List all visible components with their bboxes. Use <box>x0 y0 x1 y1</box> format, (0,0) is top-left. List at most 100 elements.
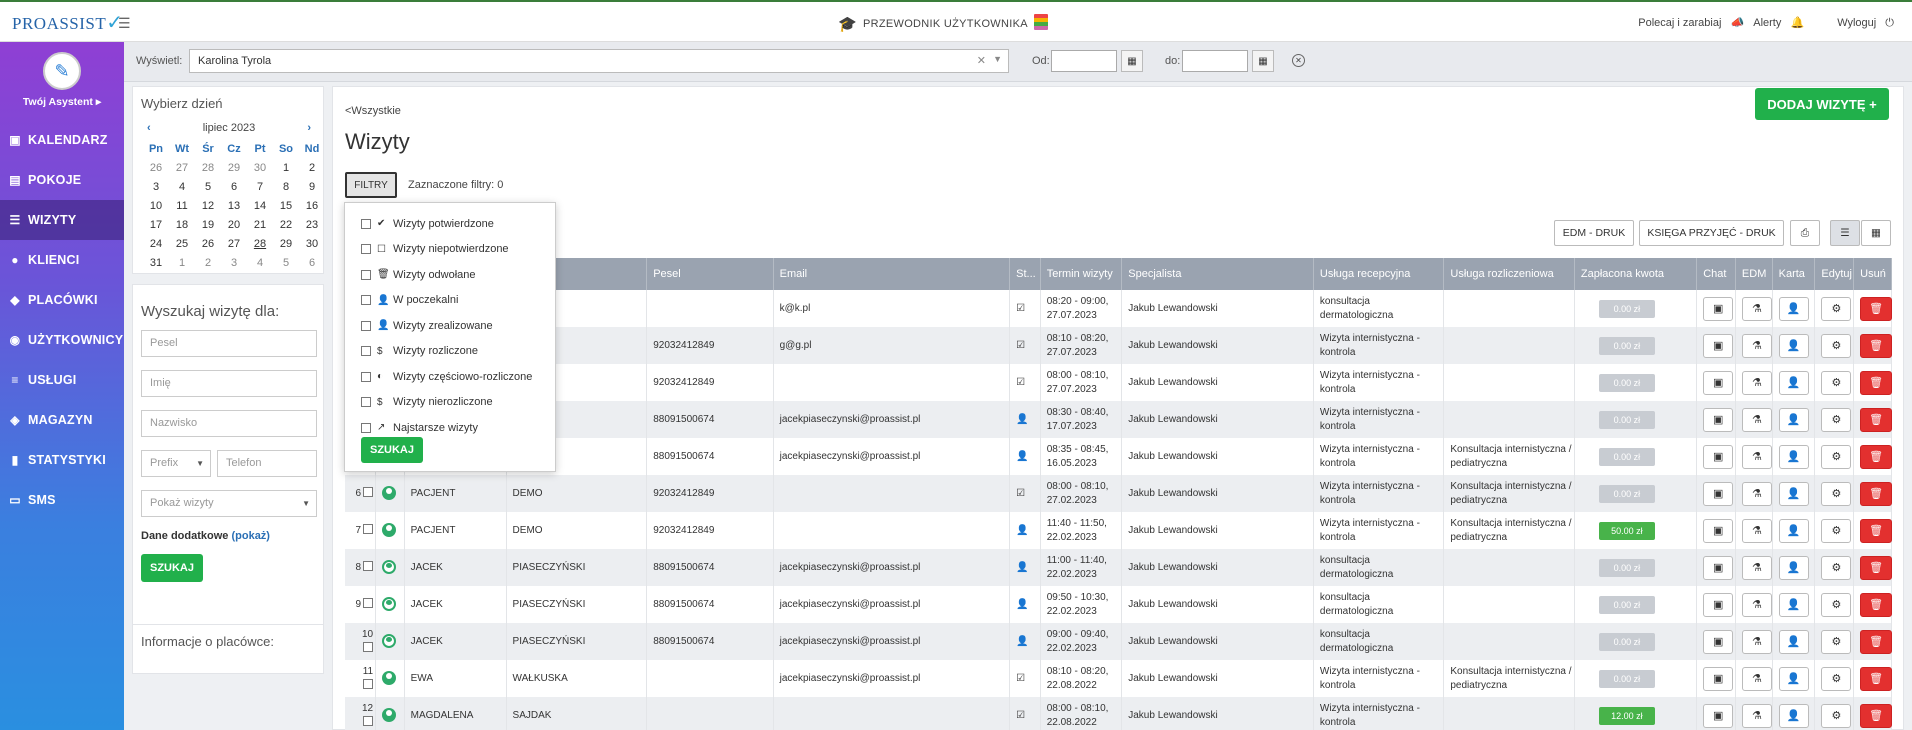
alerts-link[interactable]: Alerty <box>1753 17 1781 29</box>
trash-icon[interactable]: 🗑 <box>1860 481 1893 506</box>
trash-icon[interactable]: 🗑 <box>1860 555 1893 580</box>
gear-icon[interactable]: ⚙ <box>1821 370 1852 395</box>
flask-icon[interactable]: ⚗ <box>1741 407 1772 432</box>
filter-option[interactable]: 👤 Wizyty zrealizowane <box>345 313 555 339</box>
calendar-day[interactable]: 19 <box>195 216 221 235</box>
flask-icon[interactable]: ⚗ <box>1741 370 1772 395</box>
show-visits-select[interactable]: Pokaż wizyty ▼ <box>141 490 317 517</box>
flask-icon[interactable]: ⚗ <box>1741 703 1772 728</box>
table-row[interactable]: 10 JACEK PIASECZYŃSKI 88091500674 jacekpiase… <box>345 623 1893 660</box>
col-header-usluga-recepcyjna[interactable]: Usługa recepcyjna <box>1313 258 1445 290</box>
col-header-specjalista[interactable]: Specjalista <box>1121 258 1314 290</box>
gear-icon[interactable]: ⚙ <box>1821 333 1852 358</box>
trash-icon[interactable]: 🗑 <box>1860 592 1893 617</box>
flask-icon[interactable]: ⚗ <box>1741 444 1772 469</box>
calendar-day[interactable]: 6 <box>221 178 247 197</box>
phone-input[interactable]: Telefon <box>217 450 317 477</box>
col-header-status[interactable]: St... <box>1009 258 1041 290</box>
table-row[interactable]: 9 JACEK PIASECZYŃSKI 88091500674 jacekpiasec… <box>345 586 1893 623</box>
date-to-input[interactable] <box>1182 50 1248 72</box>
calendar-day-today[interactable]: 28 <box>247 235 273 254</box>
last-name-input[interactable]: Nazwisko <box>141 410 317 437</box>
show-additional-link[interactable]: (pokaż) <box>231 530 270 542</box>
logout-link[interactable]: Wyloguj <box>1837 17 1876 29</box>
back-link[interactable]: <Wszystkie <box>345 105 401 117</box>
chat-icon[interactable]: ▣ <box>1703 666 1734 691</box>
filter-option[interactable]: ◐ Wizyty częściowo-rozliczone <box>345 364 555 390</box>
person-icon[interactable]: 👤 <box>1778 481 1809 506</box>
checkbox[interactable] <box>361 397 371 408</box>
sidebar-item-sms[interactable]: ▭ SMS <box>0 480 124 520</box>
col-header-termin[interactable]: Termin wizyty <box>1040 258 1123 290</box>
calendar-day[interactable]: 26 <box>143 159 169 178</box>
gear-icon[interactable]: ⚙ <box>1821 555 1852 580</box>
person-icon[interactable]: 👤 <box>1778 333 1809 358</box>
row-checkbox[interactable] <box>363 560 374 571</box>
calendar-day[interactable]: 27 <box>221 235 247 254</box>
chat-icon[interactable]: ▣ <box>1703 444 1734 469</box>
calendar-day[interactable]: 31 <box>143 254 169 273</box>
person-icon[interactable]: 👤 <box>1778 370 1809 395</box>
chat-icon[interactable]: ▣ <box>1703 703 1734 728</box>
calendar-day[interactable]: 26 <box>195 235 221 254</box>
checkbox[interactable] <box>361 320 371 331</box>
search-button[interactable]: SZUKAJ <box>141 554 203 582</box>
row-checkbox[interactable] <box>363 678 374 689</box>
flask-icon[interactable]: ⚗ <box>1741 666 1772 691</box>
gear-icon[interactable]: ⚙ <box>1821 629 1852 654</box>
calendar-day[interactable]: 13 <box>221 197 247 216</box>
trash-icon[interactable]: 🗑 <box>1860 333 1893 358</box>
calendar-day[interactable]: 2 <box>195 254 221 273</box>
trash-icon[interactable]: 🗑 <box>1860 518 1893 543</box>
gear-icon[interactable]: ⚙ <box>1821 444 1852 469</box>
logout-icon[interactable]: ⏻ <box>1885 17 1894 29</box>
flask-icon[interactable]: ⚗ <box>1741 592 1772 617</box>
chat-icon[interactable]: ▣ <box>1703 370 1734 395</box>
checkbox[interactable] <box>361 371 371 382</box>
table-row[interactable]: k@k.pl ☑ 08:20 - 09:00, 27.07.2023 Jakub Le… <box>345 290 1893 327</box>
calendar-day[interactable]: 17 <box>143 216 169 235</box>
sidebar-item-klienci[interactable]: ● KLIENCI <box>0 240 124 280</box>
filter-option[interactable]: 👤 W poczekalni <box>345 288 555 314</box>
table-row[interactable]: 12 MAGDALENA SAJDAK ☑ 08:00 - 08:10, 22.08.2… <box>345 697 1893 730</box>
chat-icon[interactable]: ▣ <box>1703 518 1734 543</box>
calendar-day[interactable]: 30 <box>299 235 325 254</box>
calendar-day[interactable]: 28 <box>195 159 221 178</box>
gear-icon[interactable]: ⚙ <box>1821 481 1852 506</box>
gear-icon[interactable]: ⚙ <box>1821 666 1852 691</box>
filter-option[interactable]: $ Wizyty nierozliczone <box>345 390 555 416</box>
calendar-day[interactable]: 23 <box>299 216 325 235</box>
sidebar-item-wizyty[interactable]: ☰ WIZYTY <box>0 200 124 240</box>
sidebar-item-kalendarz[interactable]: ▣ KALENDARZ <box>0 120 124 160</box>
megaphone-icon[interactable]: 📣 <box>1730 17 1744 29</box>
filter-option[interactable]: 🗑 Wizyty odwołane <box>345 262 555 288</box>
calendar-day[interactable]: 1 <box>169 254 195 273</box>
calendar-day[interactable]: 27 <box>169 159 195 178</box>
sidebar-item-statystyki[interactable]: ▮ STATYSTYKI <box>0 440 124 480</box>
logo[interactable]: PROASSIST✓ <box>12 10 124 35</box>
refer-earn-link[interactable]: Polecaj i zarabiaj <box>1638 17 1721 29</box>
admission-book-print-button[interactable]: KSIĘGA PRZYJĘĆ - DRUK <box>1639 220 1784 246</box>
person-icon[interactable]: 👤 <box>1778 703 1809 728</box>
first-name-input[interactable]: Imię <box>141 370 317 397</box>
trash-icon[interactable]: 🗑 <box>1860 666 1893 691</box>
flask-icon[interactable]: ⚗ <box>1741 629 1772 654</box>
calendar-day[interactable]: 4 <box>247 254 273 273</box>
filters-button[interactable]: FILTRY <box>345 172 397 198</box>
chat-icon[interactable]: ▣ <box>1703 555 1734 580</box>
checkbox[interactable] <box>361 295 371 306</box>
chat-icon[interactable]: ▣ <box>1703 296 1734 321</box>
calendar-day[interactable]: 20 <box>221 216 247 235</box>
checkbox[interactable] <box>361 244 371 255</box>
trash-icon[interactable]: 🗑 <box>1860 703 1893 728</box>
date-from-input[interactable] <box>1051 50 1117 72</box>
add-visit-button[interactable]: DODAJ WIZYTĘ + <box>1755 88 1889 120</box>
calendar-day[interactable]: 18 <box>169 216 195 235</box>
col-header-kwota[interactable]: Zapłacona kwota <box>1574 258 1698 290</box>
gear-icon[interactable]: ⚙ <box>1821 592 1852 617</box>
calendar-day[interactable]: 9 <box>299 178 325 197</box>
filter-option[interactable]: ✔ Wizyty potwierdzone <box>345 211 555 237</box>
calendar-day[interactable]: 24 <box>143 235 169 254</box>
table-row[interactable]: 6 PACJENT DEMO 92032412849 ☑ 08:00 - 08:10, 2… <box>345 475 1893 512</box>
sidebar-item-uzytkownicy[interactable]: ◉ UŻYTKOWNICY <box>0 320 124 360</box>
